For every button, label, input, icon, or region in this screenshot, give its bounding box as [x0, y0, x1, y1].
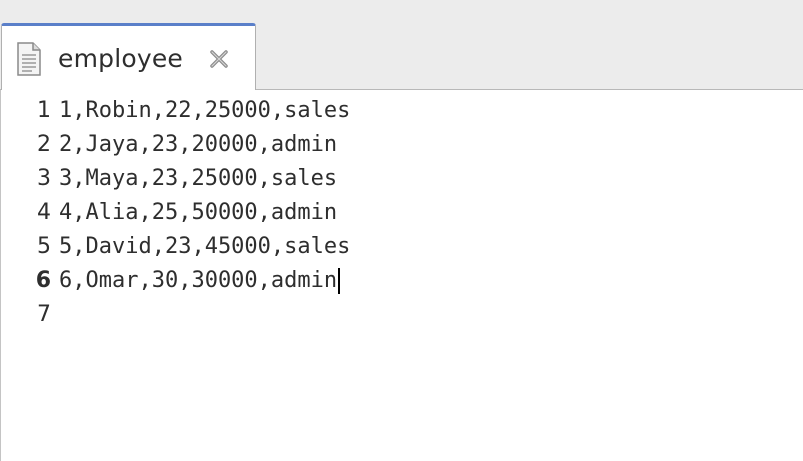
code-line-text: 4,Alia,25,50000,admin [59, 200, 338, 225]
tab-employee[interactable]: employee [1, 23, 256, 91]
code-line[interactable]: 1,Robin,22,25000,sales [59, 94, 803, 128]
code-line[interactable]: 3,Maya,23,25000,sales [59, 162, 803, 196]
code-line[interactable]: 5,David,23,45000,sales [59, 230, 803, 264]
line-number-current: 6 [35, 268, 51, 293]
code-line-text: 1,Robin,22,25000,sales [59, 98, 351, 123]
code-line-text: 5,David,23,45000,sales [59, 234, 351, 259]
line-number: 7 [37, 302, 51, 327]
tab-label: employee [58, 44, 184, 73]
text-editor-window: employee 1 2 3 4 5 6 7 1,Robin,22,25000,… [0, 0, 803, 461]
text-file-icon [14, 40, 44, 78]
tab-bar: employee [0, 0, 803, 91]
line-number: 5 [37, 234, 51, 259]
text-cursor [338, 268, 341, 294]
code-line-current[interactable]: 6,Omar,30,30000,admin [59, 264, 803, 298]
code-line[interactable] [59, 298, 803, 332]
line-number-gutter: 1 2 3 4 5 6 7 [1, 90, 59, 461]
line-number: 3 [37, 166, 51, 191]
line-number: 2 [37, 132, 51, 157]
code-line-text: 6,Omar,30,30000,admin [59, 268, 338, 293]
code-line-text: 2,Jaya,23,20000,admin [59, 132, 338, 157]
text-area[interactable]: 1,Robin,22,25000,sales 2,Jaya,23,20000,a… [59, 90, 803, 461]
code-line[interactable]: 4,Alia,25,50000,admin [59, 196, 803, 230]
code-line-text: 3,Maya,23,25000,sales [59, 166, 338, 191]
line-number: 1 [37, 98, 51, 123]
close-icon[interactable] [205, 45, 233, 73]
editor-pane[interactable]: 1 2 3 4 5 6 7 1,Robin,22,25000,sales 2,J… [0, 90, 803, 461]
line-number: 4 [37, 200, 51, 225]
code-line[interactable]: 2,Jaya,23,20000,admin [59, 128, 803, 162]
